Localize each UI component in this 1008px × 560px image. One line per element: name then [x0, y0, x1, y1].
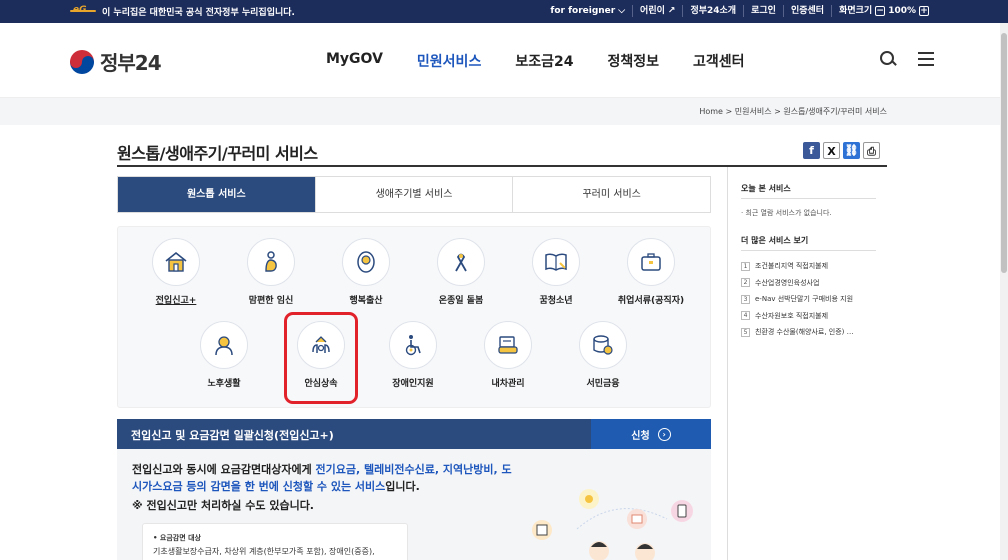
service-retirement[interactable]: 노후생활 [179, 321, 269, 389]
right-sidebar: 오늘 본 서비스 · 최근 열람 서비스가 없습니다. 더 많은 서비스 보기 … [727, 167, 887, 560]
description-text: 전입신고와 동시에 요금감면대상자에게 전기요금, 텔레비전수신료, 지역난방비… [132, 463, 512, 493]
taegeuk-logo-icon [70, 49, 94, 74]
house-icon [152, 238, 200, 286]
arrow-right-icon: › [657, 427, 671, 441]
service-birth[interactable]: 행복출산 [321, 238, 411, 306]
service-info-bar: 전입신고 및 요금감면 일괄신청(전입신고+) 신청 › [117, 419, 711, 449]
gov-utility-links: for foreigner ⌵ 어린이 ↗ 정부24소개 로그인 인증센터 화면크기… [543, 5, 936, 17]
service-description: 전입신고와 동시에 요금감면대상자에게 전기요금, 텔레비전수신료, 지역난방비… [117, 449, 711, 560]
main-nav: MyGOV 민원서비스 보조금24 정책정보 고객센터 [326, 51, 745, 71]
breadcrumb: Home > 민원서비스 > 원스톱/생애주기/꾸러미 서비스 [699, 107, 887, 116]
site-header: 정부24 MyGOV 민원서비스 보조금24 정책정보 고객센터 [0, 23, 1008, 98]
recent-services-empty: · 최근 열람 서비스가 없습니다. [741, 209, 832, 217]
care-ribbon-icon [437, 238, 485, 286]
service-youth[interactable]: 꿈청소년 [511, 238, 601, 306]
login-link[interactable]: 로그인 [743, 5, 783, 17]
nav-policy-info[interactable]: 정책정보 [607, 51, 659, 71]
tab-onestop[interactable]: 원스톱 서비스 [118, 177, 315, 212]
gov-notice-text: 이 누리집은 대한민국 공식 전자정부 누리집입니다. [102, 8, 295, 18]
car-icon [484, 321, 532, 369]
breadcrumb-current[interactable]: 원스톱/생애주기/꾸러미 서비스 [783, 107, 887, 116]
link-icon[interactable]: ⛓ [843, 142, 860, 159]
eligibility-title: • 요금감면 대상 [153, 534, 201, 542]
more-services-title: 더 많은 서비스 보기 [741, 236, 809, 245]
service-illustration [532, 489, 693, 560]
list-item[interactable]: 5 친환경 수산물(해양사료, 인증) … [741, 324, 854, 341]
list-item[interactable]: 1 조건불리지역 직접지불제 [741, 258, 854, 275]
nav-subsidy24[interactable]: 보조금24 [515, 51, 573, 71]
service-employment-docs[interactable]: 취업서류(공직자) [606, 238, 696, 306]
list-item[interactable]: 3 e-Nav 선박단말기 구매비용 지원 [741, 291, 854, 308]
recent-services-title: 오늘 본 서비스 [741, 184, 791, 193]
nav-civil-service[interactable]: 민원서비스 [417, 51, 481, 71]
print-icon[interactable]: ⎙ [863, 142, 880, 159]
service-all-day-care[interactable]: 온종일 돌봄 [416, 238, 506, 306]
service-pregnancy[interactable]: 맘편한 임신 [226, 238, 316, 306]
wheelchair-icon [389, 321, 437, 369]
external-link-icon: ↗ [667, 6, 676, 16]
about-link[interactable]: 정부24소개 [682, 5, 743, 17]
zoom-in-button[interactable]: + [919, 6, 929, 16]
breadcrumb-civil[interactable]: 민원서비스 [735, 107, 772, 116]
apply-button[interactable]: 신청 › [591, 419, 711, 449]
site-logo[interactable]: 정부24 [70, 47, 162, 76]
book-icon [532, 238, 580, 286]
breadcrumb-home[interactable]: Home [699, 107, 723, 116]
logo-text: 정부24 [100, 51, 162, 75]
elder-icon [200, 321, 248, 369]
scrollbar-thumb[interactable] [1001, 33, 1007, 273]
list-item[interactable]: 2 수산업경영인육성사업 [741, 275, 854, 292]
foreigner-link[interactable]: for foreigner ⌵ [543, 5, 632, 17]
pregnancy-icon [247, 238, 295, 286]
baby-icon [342, 238, 390, 286]
service-disability-support[interactable]: 장애인지원 [368, 321, 458, 389]
coins-icon [579, 321, 627, 369]
zoom-out-button[interactable]: − [875, 6, 886, 16]
gov-notice: eG 이 누리집은 대한민국 공식 전자정부 누리집입니다. [70, 5, 295, 18]
share-toolbar: f X ⛓ ⎙ [803, 142, 880, 159]
gov-banner: eG 이 누리집은 대한민국 공식 전자정부 누리집입니다. for forei… [0, 0, 1008, 23]
selection-highlight [284, 312, 358, 404]
hamburger-menu-icon[interactable] [918, 52, 934, 66]
description-note: ※ 전입신고만 처리하실 수도 있습니다. [132, 499, 314, 512]
header-tools [880, 51, 934, 67]
page-title: 원스톱/생애주기/꾸러미 서비스 [117, 144, 318, 163]
kids-link[interactable]: 어린이 ↗ [632, 5, 682, 17]
tab-package[interactable]: 꾸러미 서비스 [512, 177, 710, 212]
more-services-list: 1 조건불리지역 직접지불제 2 수산업경영인육성사업 3 e-Nav 선박단말기 구… [741, 258, 854, 341]
breadcrumb-bar: Home > 민원서비스 > 원스톱/생애주기/꾸러미 서비스 [0, 98, 1008, 125]
x-icon[interactable]: X [823, 142, 840, 159]
facebook-icon[interactable]: f [803, 142, 820, 159]
page-scrollbar[interactable] [1000, 23, 1008, 560]
eligibility-body: 기초생활보장수급자, 차상위 계층(한부모가족 포함), 장애인(중증), [153, 547, 375, 556]
service-my-car[interactable]: 내차관리 [463, 321, 553, 389]
briefcase-icon [627, 238, 675, 286]
egov-logo-icon: eG [70, 5, 96, 17]
zoom-value: 100% [888, 6, 916, 16]
service-info-title: 전입신고 및 요금감면 일괄신청(전입신고+) [131, 429, 334, 442]
search-icon[interactable] [880, 51, 896, 67]
tab-lifecycle[interactable]: 생애주기별 서비스 [314, 177, 513, 212]
service-tabs: 원스톱 서비스 생애주기별 서비스 꾸러미 서비스 [117, 176, 711, 213]
chevron-down-icon: ⌵ [618, 6, 626, 16]
service-move-in[interactable]: 전입신고+ [131, 238, 221, 306]
nav-mygov[interactable]: MyGOV [326, 51, 383, 71]
cert-center-link[interactable]: 인증센터 [782, 5, 831, 17]
list-item[interactable]: 4 수산자원보호 직접지불제 [741, 308, 854, 325]
service-microfinance[interactable]: 서민금융 [558, 321, 648, 389]
eligibility-card: • 요금감면 대상 기초생활보장수급자, 차상위 계층(한부모가족 포함), 장… [142, 523, 408, 560]
nav-customer-center[interactable]: 고객센터 [693, 51, 745, 71]
zoom-control: 화면크기 − 100% + [831, 5, 936, 17]
